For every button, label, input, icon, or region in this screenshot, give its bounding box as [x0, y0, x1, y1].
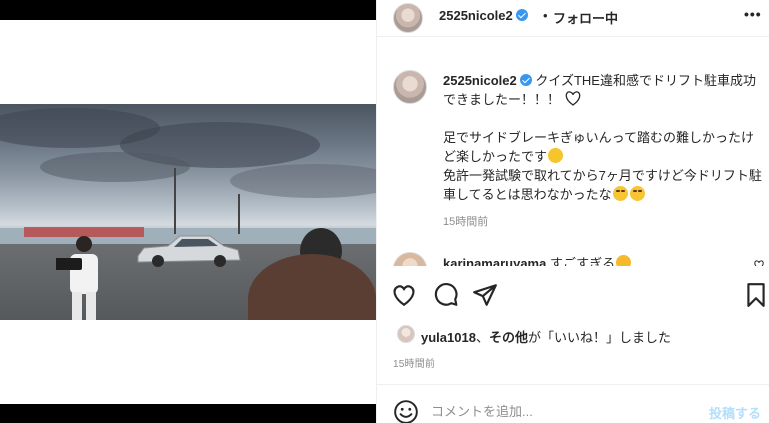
- likes-summary: yula1018、その他が「いいね！」しました: [421, 327, 671, 346]
- video-letterbox-top: [0, 0, 376, 20]
- video-letterbox-bottom: [0, 404, 376, 423]
- laughing-emoji-icon: [629, 186, 645, 201]
- add-comment-divider: [377, 384, 769, 385]
- author-username-text[interactable]: 2525nicole2: [439, 8, 513, 23]
- star-eyes-emoji-icon: [616, 255, 632, 266]
- likes-suffix: が「いいね！」しました: [527, 330, 671, 345]
- liker-username[interactable]: yula1018: [421, 330, 476, 345]
- author-username[interactable]: 2525nicole2: [439, 8, 528, 23]
- paper-plane-icon[interactable]: [472, 282, 498, 308]
- commenter-avatar[interactable]: [393, 252, 427, 266]
- post-header: 2525nicole2 • フォロー中 •••: [377, 0, 769, 36]
- likes-separator: 、: [475, 330, 489, 345]
- sun-emoji-icon: [548, 148, 564, 163]
- comment-item: karinamaruyama すごすぎる: [443, 253, 632, 266]
- post-timestamp[interactable]: 15時間前: [393, 355, 435, 370]
- post-media[interactable]: [0, 0, 376, 423]
- verified-badge-icon: [515, 9, 528, 21]
- comments-list: karinamaruyama すごすぎる: [377, 236, 769, 266]
- heart-emoji-icon: [565, 91, 581, 106]
- add-comment-input[interactable]: [431, 401, 691, 421]
- comment-bubble-icon[interactable]: [433, 282, 459, 308]
- more-options-icon[interactable]: •••: [744, 6, 762, 22]
- silver-car: [137, 235, 241, 267]
- post-video[interactable]: [0, 104, 376, 320]
- liker-avatar[interactable]: [397, 325, 415, 343]
- caption-line-2: 足でサイドブレーキぎゅいんって踏むの難しかったけど楽しかったです: [443, 130, 754, 164]
- smiley-icon[interactable]: [393, 399, 419, 423]
- follow-separator: •: [543, 8, 548, 23]
- header-divider: [377, 36, 769, 37]
- add-comment-bar: 投稿する: [377, 392, 769, 423]
- post-comment-button[interactable]: 投稿する: [709, 403, 761, 422]
- laughing-emoji-icon: [612, 186, 628, 201]
- comment-like-icon[interactable]: [754, 260, 764, 266]
- lamp-pole: [238, 194, 240, 234]
- caption-avatar[interactable]: [393, 70, 427, 104]
- author-avatar[interactable]: [393, 3, 423, 33]
- bookmark-icon[interactable]: [743, 282, 769, 308]
- caption-timestamp[interactable]: 15時間前: [443, 213, 488, 229]
- following-button[interactable]: フォロー中: [553, 8, 618, 27]
- caption-line-3: 免許一発試験で取れてから7ヶ月ですけど今ドリフト駐車してるとは思わなかったな: [443, 168, 762, 202]
- like-heart-icon[interactable]: [391, 282, 417, 308]
- cloud-shape: [230, 164, 376, 198]
- post-side-panel: 2525nicole2 • フォロー中 ••• 2525nicole2 クイズT…: [376, 0, 769, 423]
- comment-text: すごすぎる: [549, 256, 616, 266]
- comment-username[interactable]: karinamaruyama: [443, 256, 546, 266]
- cloud-shape: [40, 152, 190, 182]
- verified-badge-icon: [519, 74, 532, 86]
- camera-operator: [56, 236, 98, 320]
- lamp-pole: [174, 168, 176, 234]
- likes-others-link[interactable]: その他: [489, 330, 528, 345]
- caption-username[interactable]: 2525nicole2: [443, 73, 517, 88]
- post-caption: 2525nicole2 クイズTHE違和感でドリフト駐車成功できましたー！！！ …: [443, 71, 765, 204]
- post-actions: [377, 268, 769, 314]
